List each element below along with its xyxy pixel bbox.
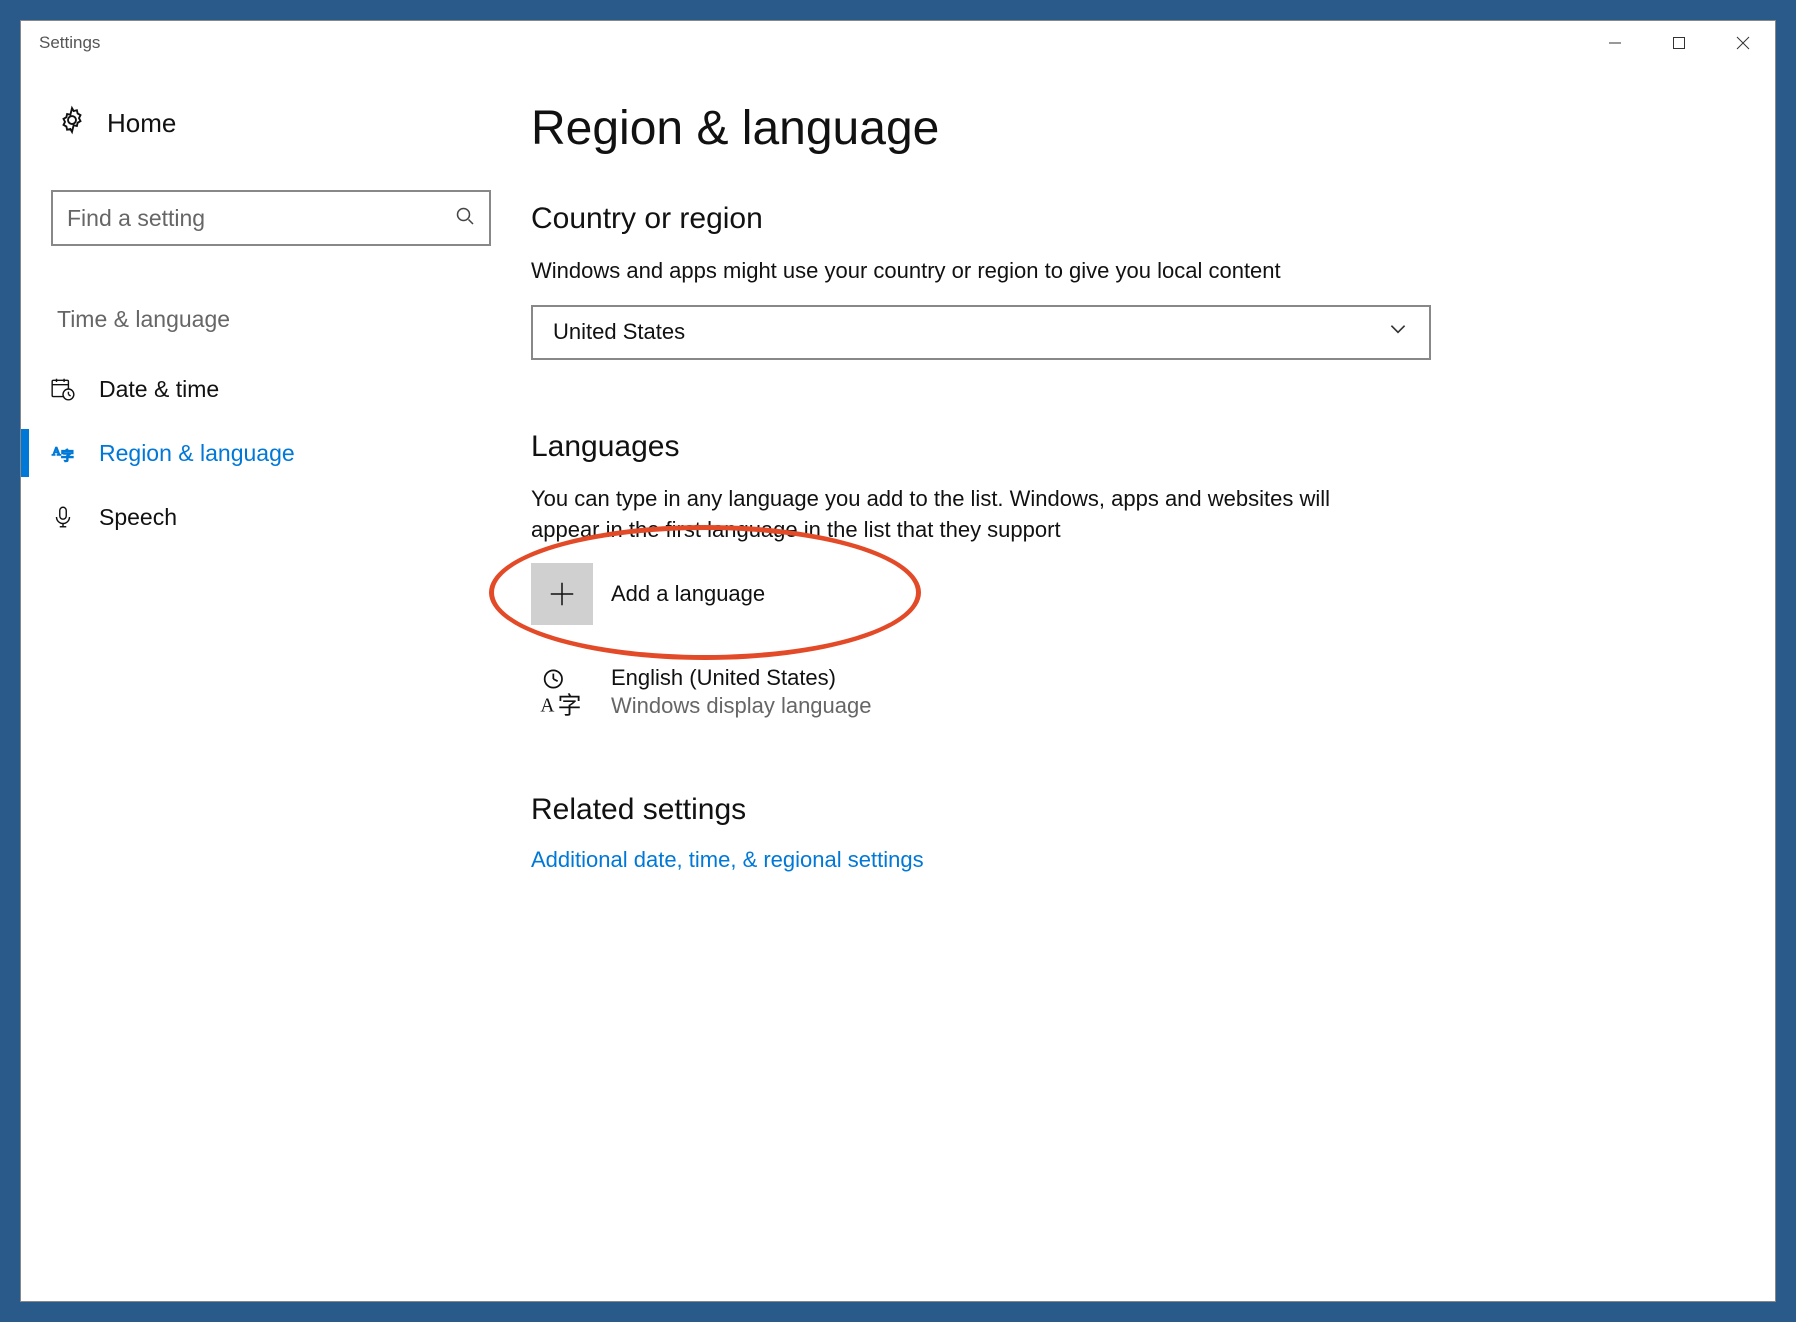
search-input[interactable] xyxy=(67,205,455,232)
country-dropdown[interactable]: United States xyxy=(531,305,1431,360)
languages-section-title: Languages xyxy=(531,430,1715,464)
language-name: English (United States) xyxy=(611,665,872,691)
add-language-label: Add a language xyxy=(611,581,765,607)
page-title: Region & language xyxy=(531,101,1715,156)
window-title: Settings xyxy=(39,33,100,53)
sidebar-item-region-language[interactable]: A 字 Region & language xyxy=(39,421,491,485)
language-item-text: English (United States) Windows display … xyxy=(611,665,872,719)
language-pack-icon: A 字 xyxy=(531,661,593,723)
svg-text:字: 字 xyxy=(558,693,582,718)
minimize-button[interactable] xyxy=(1583,21,1647,65)
microphone-icon xyxy=(49,503,77,531)
language-icon: A 字 xyxy=(49,439,77,467)
country-value: United States xyxy=(553,319,685,345)
country-section-title: Country or region xyxy=(531,202,1715,236)
languages-desc: You can type in any language you add to … xyxy=(531,484,1401,546)
sidebar: Home Time & language xyxy=(21,65,521,1301)
window-controls xyxy=(1583,21,1775,65)
language-subtitle: Windows display language xyxy=(611,693,872,719)
svg-text:A: A xyxy=(540,696,554,717)
close-button[interactable] xyxy=(1711,21,1775,65)
settings-window: Settings Home xyxy=(20,20,1776,1302)
svg-text:A: A xyxy=(52,444,61,458)
language-item[interactable]: A 字 English (United States) Windows disp… xyxy=(531,661,1715,723)
related-section: Related settings Additional date, time, … xyxy=(531,793,1715,873)
related-title: Related settings xyxy=(531,793,1715,827)
sidebar-item-date-time[interactable]: Date & time xyxy=(39,357,491,421)
plus-icon xyxy=(531,563,593,625)
sidebar-item-label: Region & language xyxy=(99,440,295,467)
calendar-clock-icon xyxy=(49,375,77,403)
sidebar-category: Time & language xyxy=(51,306,491,333)
search-box[interactable] xyxy=(51,190,491,246)
sidebar-item-label: Speech xyxy=(99,504,177,531)
chevron-down-icon xyxy=(1387,318,1409,346)
titlebar: Settings xyxy=(21,21,1775,65)
maximize-button[interactable] xyxy=(1647,21,1711,65)
home-label: Home xyxy=(107,108,176,139)
home-nav[interactable]: Home xyxy=(51,105,491,142)
add-language-button[interactable]: Add a language xyxy=(531,563,1715,625)
related-link[interactable]: Additional date, time, & regional settin… xyxy=(531,847,1715,873)
sidebar-item-speech[interactable]: Speech xyxy=(39,485,491,549)
search-icon xyxy=(455,206,475,231)
gear-icon xyxy=(57,105,87,142)
country-desc: Windows and apps might use your country … xyxy=(531,256,1401,287)
main-content: Region & language Country or region Wind… xyxy=(521,65,1775,1301)
svg-text:字: 字 xyxy=(61,449,74,464)
sidebar-item-label: Date & time xyxy=(99,376,219,403)
